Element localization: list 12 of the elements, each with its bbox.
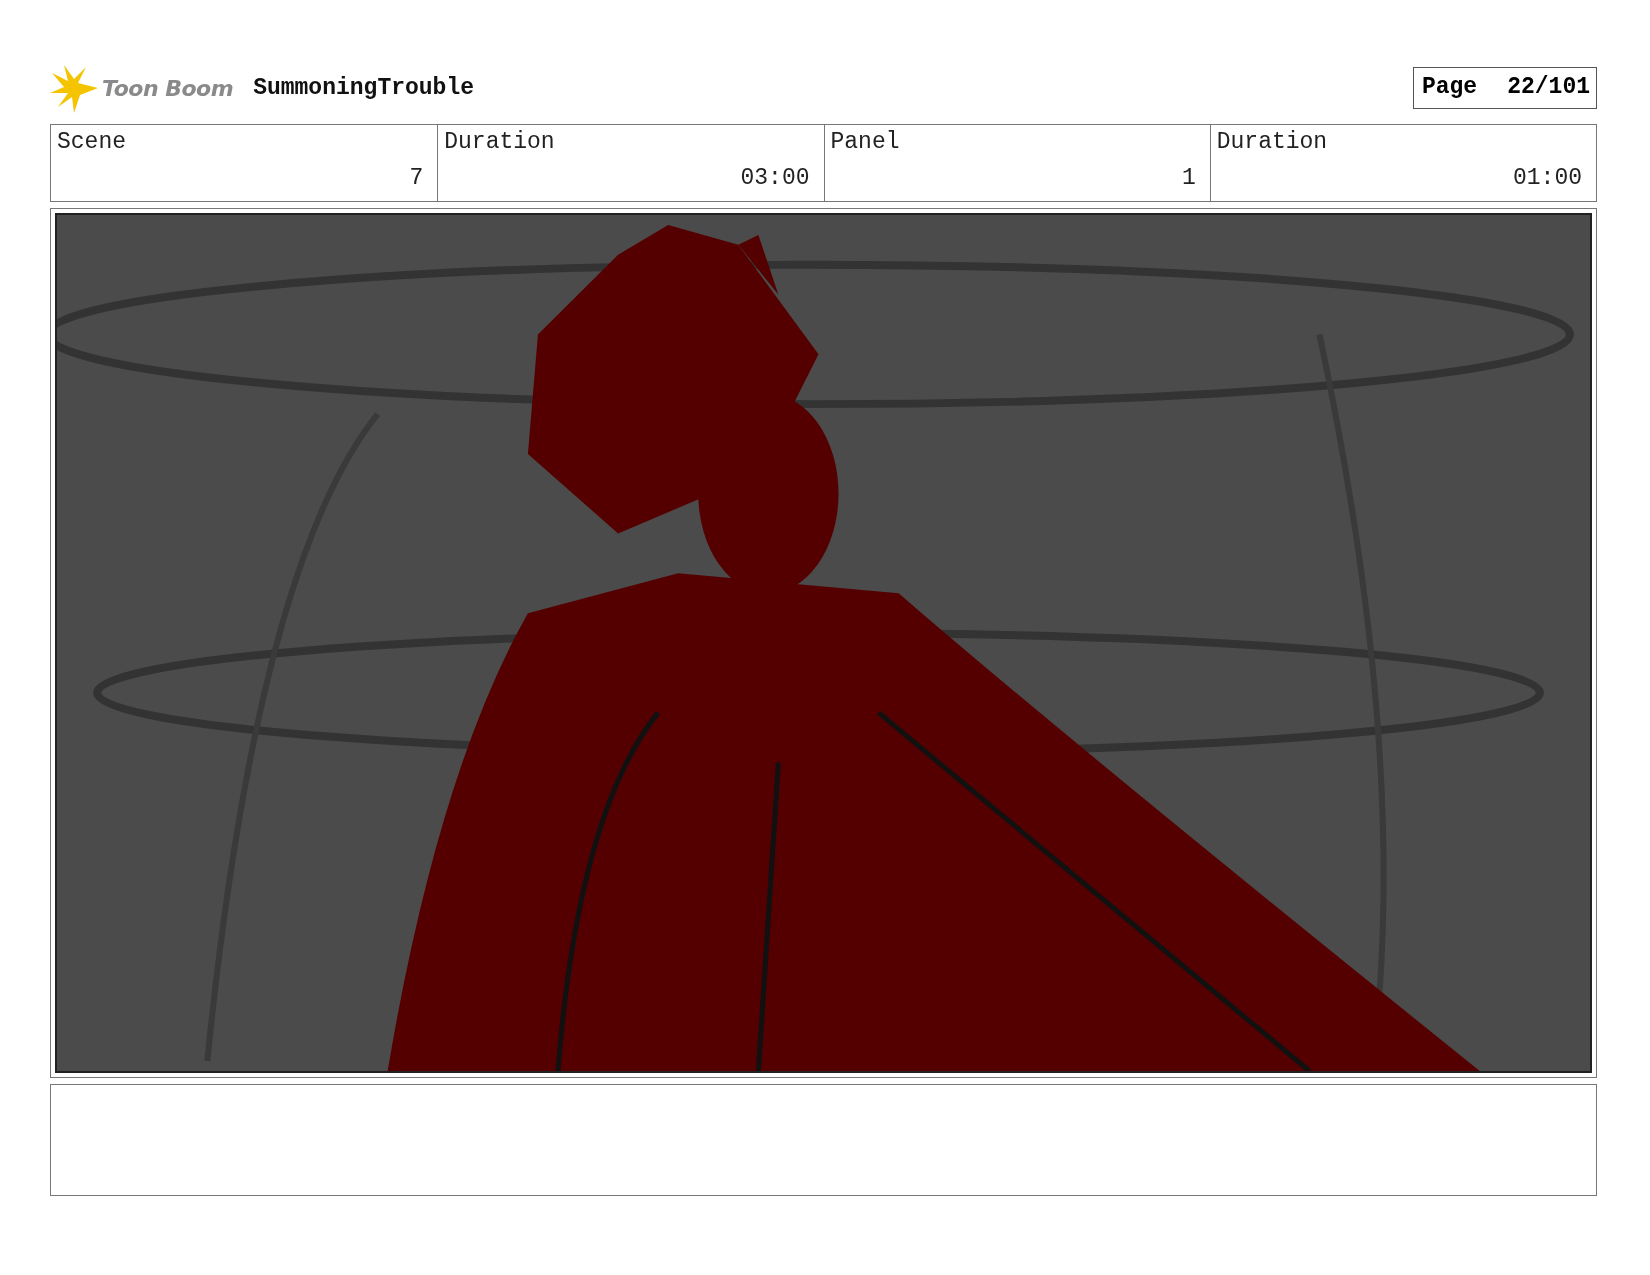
field-value: 1 [1181,165,1196,191]
field-label: Duration [1216,129,1329,155]
field-label: Scene [57,129,127,155]
starburst-logo-icon [50,63,100,113]
field-label: Duration [444,129,556,155]
field-value: 7 [409,165,424,191]
page-indicator: Page 22/101 [1412,67,1597,109]
field-value: 01:00 [1513,165,1582,191]
field-label: Panel [830,129,901,155]
logo-text: Toon Boom [102,75,234,101]
project-title: SummoningTrouble [253,75,474,101]
field-value: 03:00 [740,165,810,191]
